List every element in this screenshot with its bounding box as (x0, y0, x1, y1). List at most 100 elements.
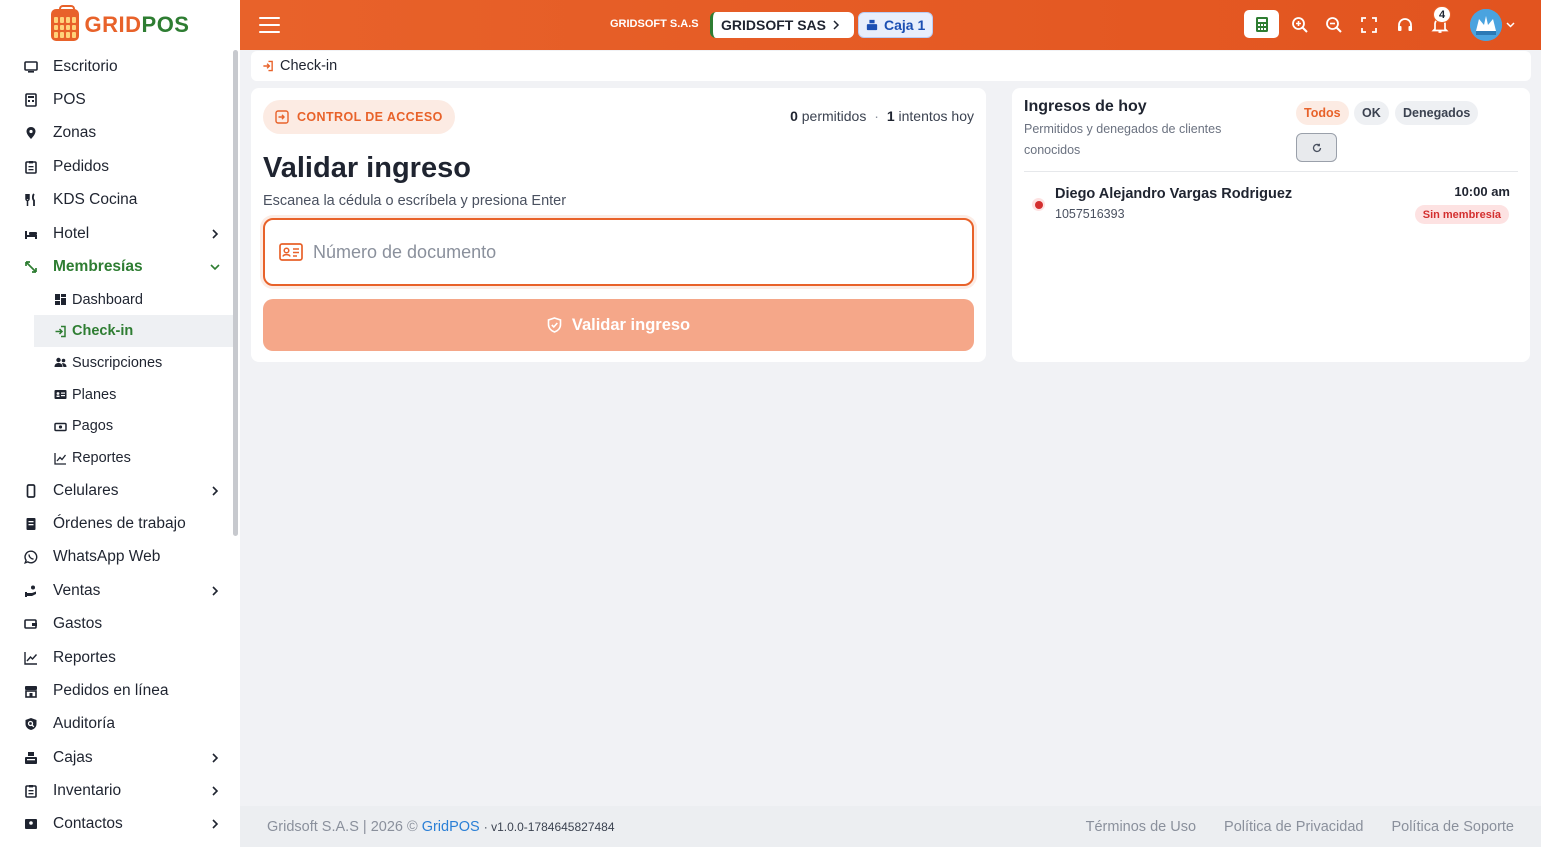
counts-separator: · (874, 108, 879, 124)
grid-icon (54, 293, 67, 306)
sidebar-item-gastos[interactable]: Gastos (0, 607, 240, 640)
menu-toggle-button[interactable] (259, 17, 280, 33)
sidebar-item-whatsapp-web[interactable]: WhatsApp Web (0, 541, 240, 574)
sidebar-item-pedidos-en-linea[interactable]: Pedidos en línea (0, 674, 240, 707)
utensils-icon (24, 193, 38, 207)
sidebar-item-contactos[interactable]: Contactos (0, 808, 240, 841)
sidebar-nav: Escritorio POS Zonas Pedidos KDS Cocina … (0, 50, 240, 841)
chart-line-icon (54, 452, 67, 465)
footer-version: · v1.0.0-1784645827484 (483, 819, 615, 834)
id-card-icon (54, 388, 67, 401)
company-selector-button[interactable]: GRIDSOFT SAS (710, 12, 855, 38)
support-button[interactable] (1395, 15, 1415, 35)
filter-all-button[interactable]: Todos (1296, 101, 1349, 125)
id-card-icon (279, 243, 303, 261)
gridpos-logo[interactable]: GRIDPOS (0, 0, 240, 50)
chevron-right-icon (833, 20, 840, 30)
desktop-icon (24, 60, 38, 74)
shield-search-icon (24, 717, 38, 731)
todays-entries-title: Ingresos de hoy (1024, 98, 1147, 115)
login-icon (54, 325, 67, 338)
footer-copyright: Gridsoft S.A.S | 2026 © GridPOS · v1.0.0… (267, 818, 615, 835)
sidebar-item-celulares[interactable]: Celulares (0, 474, 240, 507)
sidebar-item-kds-cocina[interactable]: KDS Cocina (0, 184, 240, 217)
status-badge: Sin membresía (1414, 205, 1509, 224)
filter-ok-button[interactable]: OK (1354, 101, 1389, 125)
chevron-right-icon (212, 586, 219, 596)
zoom-in-icon (1292, 17, 1308, 33)
sidebar-item-inventario[interactable]: Inventario (0, 774, 240, 807)
chevron-down-icon (210, 264, 220, 271)
caja-selector-button[interactable]: Caja 1 (858, 12, 934, 38)
footer-link-support[interactable]: Política de Soporte (1391, 819, 1514, 835)
calculator-icon (1255, 16, 1268, 32)
sidebar-subitem-suscripciones[interactable]: Suscripciones (0, 347, 240, 379)
contacts-icon (24, 817, 38, 831)
arrows-icon (24, 260, 38, 274)
sidebar-item-pos[interactable]: POS (0, 83, 240, 116)
denied-status-dot-icon (1032, 198, 1045, 211)
cash-box-icon (24, 751, 38, 765)
zoom-out-button[interactable] (1324, 15, 1344, 35)
caja-label: Caja 1 (884, 17, 926, 33)
entry-time: 10:00 am (1454, 184, 1510, 199)
login-icon (263, 60, 273, 72)
sidebar-subitem-pagos[interactable]: Pagos (0, 410, 240, 442)
sidebar-item-ventas[interactable]: Ventas (0, 574, 240, 607)
chevron-down-icon[interactable] (1506, 21, 1515, 29)
headset-icon (1398, 18, 1412, 31)
sidebar-item-reportes[interactable]: Reportes (0, 641, 240, 674)
cash-register-logo-icon (50, 5, 79, 41)
cash-box-icon (866, 19, 878, 31)
chevron-right-icon (212, 819, 219, 830)
access-control-chip: CONTROL DE ACCESO (263, 100, 455, 134)
sidebar-item-pedidos[interactable]: Pedidos (0, 150, 240, 183)
user-avatar[interactable] (1470, 9, 1502, 41)
todays-entries-card: Ingresos de hoy Permitidos y denegados d… (1012, 88, 1530, 362)
whatsapp-icon (24, 550, 38, 565)
sidebar-subitem-reportes[interactable]: Reportes (0, 442, 240, 474)
chevron-right-icon (212, 786, 219, 796)
login-icon (275, 110, 289, 124)
sidebar-subitem-planes[interactable]: Planes (0, 379, 240, 411)
sidebar-item-auditoria[interactable]: Auditoría (0, 708, 240, 741)
permitted-count: 0 (790, 108, 798, 124)
validate-entry-button[interactable]: Validar ingreso (263, 299, 974, 351)
fullscreen-button[interactable] (1359, 15, 1379, 35)
refresh-icon (1312, 143, 1321, 152)
sidebar: GRIDPOS Escritorio POS Zonas Pedidos KDS… (0, 0, 240, 847)
zoom-in-button[interactable] (1290, 15, 1310, 35)
chart-line-icon (24, 651, 38, 665)
shield-check-icon (547, 317, 562, 333)
permitted-label: permitidos (801, 108, 867, 124)
sidebar-scrollbar[interactable] (233, 50, 238, 536)
logo-text-part2: POS (141, 12, 190, 37)
calculator-button[interactable] (1244, 10, 1279, 38)
document-number-input[interactable] (313, 241, 913, 263)
attempts-label: intentos hoy (898, 108, 975, 124)
validate-title: Validar ingreso (263, 152, 471, 184)
footer-link-privacy[interactable]: Política de Privacidad (1224, 819, 1363, 835)
divider (1024, 171, 1518, 172)
chevron-right-icon (212, 485, 219, 496)
sidebar-subitem-dashboard[interactable]: Dashboard (0, 284, 240, 316)
filter-denied-button[interactable]: Denegados (1395, 101, 1479, 125)
company-selector-label: GRIDSOFT SAS (721, 17, 827, 33)
sidebar-subitem-check-in[interactable]: Check-in (34, 315, 234, 348)
breadcrumb-current: Check-in (280, 58, 338, 74)
footer-brand-link[interactable]: GridPOS (422, 819, 480, 835)
sidebar-item-ordenes-de-trabajo[interactable]: Órdenes de trabajo (0, 507, 240, 540)
refresh-button[interactable] (1296, 133, 1337, 162)
hand-coins-icon (24, 584, 38, 598)
location-pin-icon (24, 126, 38, 140)
sidebar-item-escritorio[interactable]: Escritorio (0, 50, 240, 83)
sidebar-item-membresias[interactable]: Membresías (0, 250, 240, 283)
document-input-wrapper[interactable] (263, 218, 974, 286)
sidebar-item-cajas[interactable]: Cajas (0, 741, 240, 774)
sidebar-item-hotel[interactable]: Hotel (0, 217, 240, 250)
inventory-icon (24, 784, 38, 798)
footer-link-terms[interactable]: Términos de Uso (1086, 819, 1196, 835)
chevron-right-icon (212, 229, 219, 239)
sidebar-item-zonas[interactable]: Zonas (0, 117, 240, 150)
footer: Gridsoft S.A.S | 2026 © GridPOS · v1.0.0… (240, 806, 1541, 847)
